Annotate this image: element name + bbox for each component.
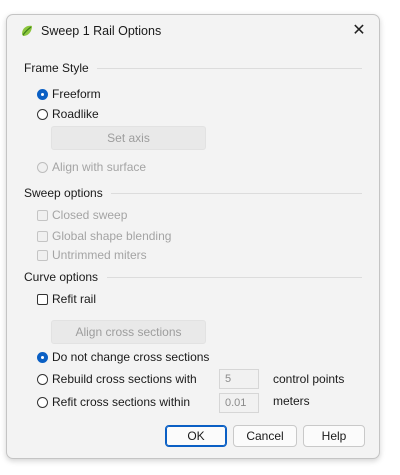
global-shape-blending-label: Global shape blending [52, 229, 172, 243]
refit-rail-label: Refit rail [52, 292, 97, 306]
refit-rail-checkbox[interactable]: Refit rail [37, 291, 96, 307]
title-bar[interactable]: Sweep 1 Rail Options ✕ [7, 15, 379, 48]
global-shape-blending-checkbox[interactable]: Global shape blending [37, 228, 171, 244]
sweep-options-heading: Sweep options [24, 186, 103, 200]
frame-style-divider [97, 68, 362, 69]
radio-indicator[interactable] [37, 373, 48, 385]
checkbox-box[interactable] [37, 230, 48, 242]
curve-options-heading: Curve options [24, 270, 99, 284]
closed-sweep-label: Closed sweep [52, 208, 128, 222]
rhino-icon [22, 25, 32, 36]
control-points-input[interactable]: 5 [219, 369, 259, 389]
window-title: Sweep 1 Rail Options [41, 24, 162, 38]
align-with-surface-radio[interactable]: Align with surface [37, 159, 146, 175]
roadlike-radio[interactable]: Roadlike [37, 106, 99, 122]
freeform-label: Freeform [52, 87, 101, 101]
sweep-options-divider [111, 193, 362, 194]
closed-sweep-checkbox[interactable]: Closed sweep [37, 207, 127, 223]
set-axis-button[interactable]: Set axis [51, 126, 206, 150]
checkbox-box[interactable] [37, 293, 48, 305]
control-points-unit: control points [273, 372, 345, 386]
freeform-radio[interactable]: Freeform [37, 86, 101, 102]
radio-indicator[interactable] [37, 161, 48, 173]
checkbox-box[interactable] [37, 249, 48, 261]
do-not-change-radio[interactable]: Do not change cross sections [37, 349, 209, 365]
refit-cross-sections-label: Refit cross sections within [52, 395, 191, 409]
radio-indicator[interactable] [37, 396, 48, 408]
tolerance-input[interactable]: 0.01 [219, 393, 259, 413]
roadlike-label: Roadlike [52, 107, 99, 121]
align-with-surface-label: Align with surface [52, 160, 147, 174]
align-cross-sections-button[interactable]: Align cross sections [51, 320, 206, 344]
untrimmed-miters-checkbox[interactable]: Untrimmed miters [37, 247, 147, 263]
radio-indicator[interactable] [37, 108, 48, 120]
help-button[interactable]: Help [303, 425, 365, 447]
do-not-change-label: Do not change cross sections [52, 350, 210, 364]
rebuild-radio[interactable]: Rebuild cross sections with [37, 371, 197, 387]
sweep-options-dialog: Sweep 1 Rail Options ✕ Frame Style Freef… [6, 14, 380, 459]
tolerance-unit: meters [273, 394, 310, 408]
refit-cross-sections-radio[interactable]: Refit cross sections within [37, 394, 190, 410]
untrimmed-miters-label: Untrimmed miters [52, 248, 147, 262]
ok-button[interactable]: OK [165, 425, 227, 447]
checkbox-box[interactable] [37, 209, 48, 221]
cancel-button[interactable]: Cancel [233, 425, 297, 447]
radio-selected-indicator[interactable] [37, 88, 48, 100]
curve-options-divider [107, 277, 362, 278]
close-button[interactable]: ✕ [348, 21, 370, 41]
frame-style-heading: Frame Style [24, 61, 89, 75]
radio-selected-indicator[interactable] [37, 351, 48, 363]
rebuild-label: Rebuild cross sections with [52, 372, 197, 386]
